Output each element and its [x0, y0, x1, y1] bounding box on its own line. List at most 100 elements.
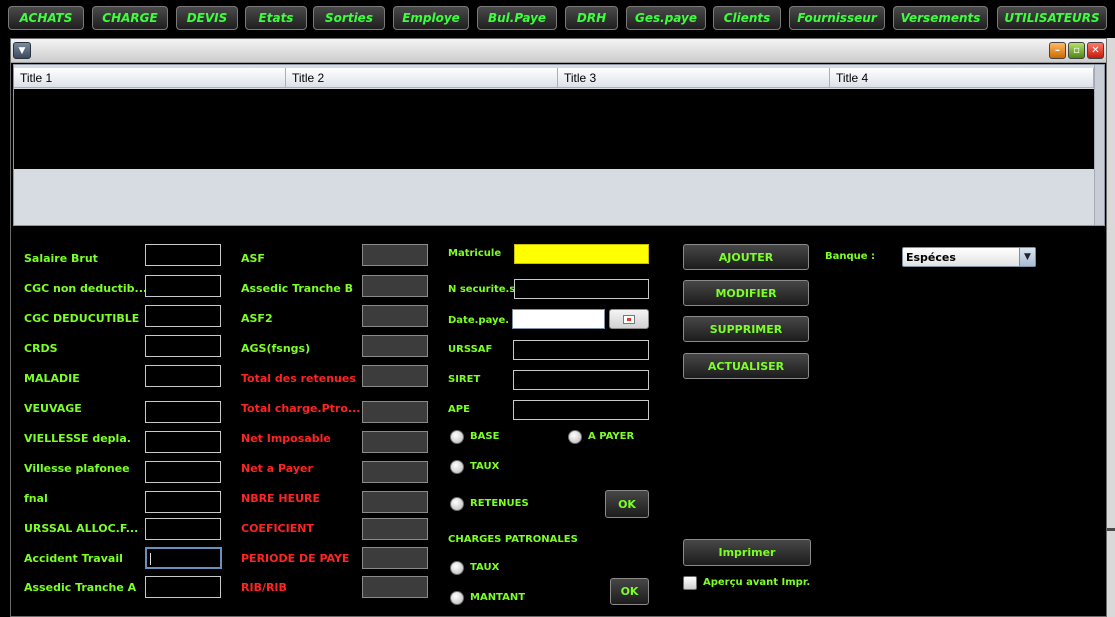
- menu-employe[interactable]: Employe: [393, 6, 469, 30]
- total-retenues-field[interactable]: [362, 365, 428, 387]
- label-date-paye: Date.paye.: [448, 315, 510, 326]
- menu-ges-paye[interactable]: Ges.paye: [626, 6, 706, 30]
- urssaf-field[interactable]: [513, 340, 649, 360]
- label-mantant: MANTANT: [470, 592, 526, 603]
- triangle-down-icon[interactable]: ▼: [13, 42, 31, 59]
- column-header-title-1[interactable]: Title 1: [14, 68, 286, 88]
- fnal-field[interactable]: [145, 491, 221, 513]
- radio-a-payer[interactable]: [568, 430, 582, 444]
- nbre-heure-field[interactable]: [362, 491, 428, 513]
- menu-etats[interactable]: Etats: [245, 6, 307, 30]
- assedic-tranche-b-field[interactable]: [362, 275, 428, 297]
- actualiser-button[interactable]: ACTUALISER: [683, 353, 809, 379]
- asf2-field[interactable]: [362, 305, 428, 327]
- menu-clients[interactable]: Clients: [713, 6, 781, 30]
- label-cgc-deductible: CGC DEDUCUTIBLE: [24, 312, 140, 325]
- modifier-button[interactable]: MODIFIER: [683, 280, 809, 306]
- ape-field[interactable]: [513, 400, 649, 420]
- label-ags-fngs: AGS(fsngs): [241, 342, 311, 355]
- periode-de-paye-field[interactable]: [362, 547, 428, 569]
- label-urssal-alloc: URSSAL ALLOC.F...: [24, 522, 139, 535]
- label-charges-patronales: CHARGES PATRONALES: [448, 534, 578, 545]
- label-total-charge-patron: Total charge.Ptro...: [241, 402, 361, 415]
- label-veuvage: VEUVAGE: [24, 402, 82, 415]
- column-header-title-4[interactable]: Title 4: [830, 68, 1094, 88]
- supprimer-button[interactable]: SUPPRIMER: [683, 316, 809, 342]
- cgc-non-deductible-field[interactable]: [145, 275, 221, 297]
- menu-achats[interactable]: ACHATS: [8, 6, 84, 30]
- matricule-field[interactable]: [514, 244, 649, 264]
- radio-taux[interactable]: [450, 460, 464, 474]
- n-securite-field[interactable]: [514, 279, 649, 299]
- asf-field[interactable]: [362, 244, 428, 266]
- table-vertical-scrollbar[interactable]: [1094, 65, 1104, 225]
- total-charge-patron-field[interactable]: [362, 401, 428, 423]
- label-urssaf: URSSAF: [448, 344, 493, 355]
- restore-icon[interactable]: ▫: [1068, 42, 1085, 59]
- radio-taux-patronal[interactable]: [450, 561, 464, 575]
- menu-bul-paye[interactable]: Bul.Paye: [477, 6, 557, 30]
- vieillesse-plafonee-field[interactable]: [145, 461, 221, 483]
- vieillesse-depla-field[interactable]: [145, 431, 221, 453]
- label-net-imposable: Net Imposable: [241, 432, 331, 445]
- label-a-payer: A PAYER: [588, 431, 635, 442]
- label-retenues: RETENUES: [470, 498, 529, 509]
- date-paye-field[interactable]: [512, 309, 605, 329]
- coeficient-field[interactable]: [362, 518, 428, 540]
- table-body[interactable]: [14, 89, 1104, 169]
- urssal-alloc-field[interactable]: [145, 518, 221, 540]
- accident-travail-field[interactable]: [145, 547, 222, 569]
- assedic-tranche-a-field[interactable]: [145, 576, 221, 598]
- label-accident-travail: Accident Travail: [24, 552, 123, 565]
- label-coeficient: COEFICIENT: [241, 522, 314, 535]
- imprimer-button[interactable]: Imprimer: [683, 539, 811, 566]
- label-cgc-non-deductible: CGC non deductib...: [24, 282, 148, 295]
- label-crds: CRDS: [24, 342, 58, 355]
- banque-select[interactable]: Espéces ▼: [902, 247, 1036, 267]
- net-imposable-field[interactable]: [362, 431, 428, 453]
- menu-charge[interactable]: CHARGE: [92, 6, 168, 30]
- veuvage-field[interactable]: [145, 401, 221, 423]
- calendar-picker-button[interactable]: [609, 309, 649, 329]
- desktop-edge-line: [1107, 528, 1115, 531]
- ok-button-retenues[interactable]: OK: [605, 490, 649, 518]
- rib-field[interactable]: [362, 576, 428, 598]
- payroll-window: ▼ – ▫ ✕ Title 1 Title 2 Title 3 Title 4 …: [10, 38, 1107, 617]
- ajouter-button[interactable]: AJOUTER: [683, 244, 809, 270]
- radio-mantant[interactable]: [450, 591, 464, 605]
- label-maladie: MALADIE: [24, 372, 80, 385]
- minimize-icon[interactable]: –: [1049, 42, 1066, 59]
- menu-utilisateurs[interactable]: UTILISATEURS: [997, 6, 1107, 30]
- menu-sorties[interactable]: Sorties: [313, 6, 385, 30]
- menu-versements[interactable]: Versements: [893, 6, 988, 30]
- ags-fngs-field[interactable]: [362, 335, 428, 357]
- column-header-title-2[interactable]: Title 2: [286, 68, 558, 88]
- label-siret: SIRET: [448, 374, 481, 385]
- banque-selected-value: Espéces: [906, 251, 956, 264]
- menu-devis[interactable]: DEVIS: [176, 6, 238, 30]
- window-titlebar[interactable]: ▼ – ▫ ✕: [11, 39, 1106, 63]
- radio-retenues[interactable]: [450, 497, 464, 511]
- menu-drh[interactable]: DRH: [565, 6, 618, 30]
- ok-button-charges[interactable]: OK: [610, 578, 649, 605]
- chevron-down-icon[interactable]: ▼: [1019, 248, 1035, 266]
- label-periode-de-paye: PERIODE DE PAYE: [241, 552, 350, 565]
- maladie-field[interactable]: [145, 365, 221, 387]
- main-menubar: ACHATS CHARGE DEVIS Etats Sorties Employ…: [0, 0, 1115, 38]
- label-taux: TAUX: [470, 461, 500, 472]
- column-header-title-3[interactable]: Title 3: [558, 68, 830, 88]
- close-icon[interactable]: ✕: [1087, 42, 1104, 59]
- label-fnal: fnal: [24, 492, 48, 505]
- label-taux-patronal: TAUX: [470, 562, 500, 573]
- menu-fournisseur[interactable]: Fournisseur: [789, 6, 885, 30]
- apercu-checkbox[interactable]: [683, 576, 697, 590]
- label-assedic-tranche-a: Assedic Tranche A: [24, 581, 137, 594]
- crds-field[interactable]: [145, 335, 221, 357]
- label-apercu-avant-impression: Aperçu avant Impr.: [703, 577, 811, 588]
- net-a-payer-field[interactable]: [362, 461, 428, 483]
- siret-field[interactable]: [513, 370, 649, 390]
- calendar-icon: [623, 314, 635, 324]
- salaire-brut-field[interactable]: [145, 244, 221, 266]
- cgc-deductible-field[interactable]: [145, 305, 221, 327]
- radio-base[interactable]: [450, 430, 464, 444]
